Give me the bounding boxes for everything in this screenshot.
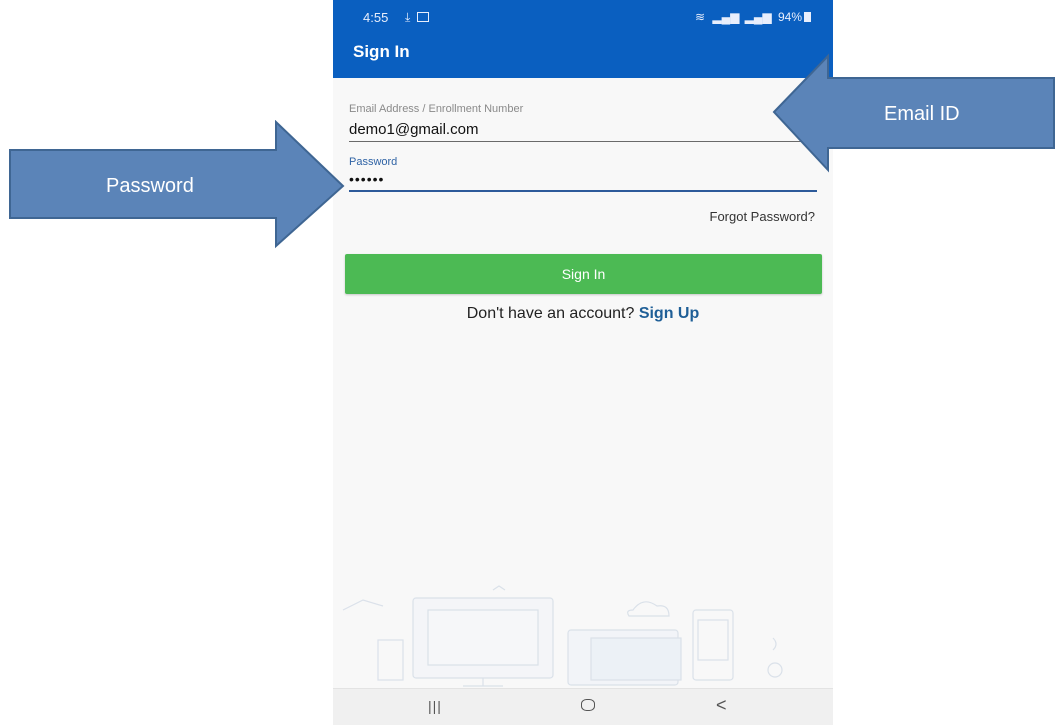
sign-in-button[interactable]: Sign In — [345, 254, 822, 294]
footer-illustration — [342, 585, 783, 687]
email-field[interactable]: Email Address / Enrollment Number demo1@… — [349, 103, 817, 142]
recents-button[interactable]: ||| — [428, 698, 442, 714]
password-underline — [349, 190, 817, 192]
android-nav-bar: ||| < — [333, 688, 833, 725]
battery-level: 94% — [777, 10, 802, 24]
password-field[interactable]: Password •••••• — [349, 156, 817, 192]
battery-icon — [804, 12, 811, 22]
password-input[interactable]: •••••• — [349, 171, 817, 187]
email-label: Email Address / Enrollment Number — [349, 103, 524, 115]
page-title: Sign In — [353, 42, 410, 61]
password-label: Password — [349, 156, 398, 168]
email-callout-label: Email ID — [884, 103, 960, 125]
image-icon — [416, 12, 429, 22]
status-bar: 4:55 ⤓ ≋ ▂▄▆ ▂▄▆ 94% — [333, 0, 833, 34]
status-time: 4:55 — [363, 10, 389, 25]
home-button[interactable] — [581, 695, 595, 716]
system-icons: ≋ ▂▄▆ ▂▄▆ 94% — [695, 10, 811, 24]
download-icon: ⤓ — [405, 10, 411, 24]
email-input[interactable]: demo1@gmail.com — [349, 121, 817, 138]
signal-icon-2: ▂▄▆ — [744, 10, 772, 24]
signal-icon: ▂▄▆ — [712, 10, 740, 24]
sign-up-link[interactable]: Sign Up — [639, 305, 699, 322]
wifi-icon: ≋ — [694, 10, 705, 24]
app-bar: 4:55 ⤓ ≋ ▂▄▆ ▂▄▆ 94% Sign In — [333, 0, 833, 78]
home-icon — [581, 699, 595, 711]
no-account-text: Don't have an account? — [466, 305, 635, 322]
notification-icons: ⤓ — [405, 10, 429, 25]
back-button[interactable]: < — [716, 695, 727, 716]
email-underline — [349, 141, 817, 142]
forgot-password-link[interactable]: Forgot Password? — [710, 209, 816, 224]
phone-screen: 4:55 ⤓ ≋ ▂▄▆ ▂▄▆ 94% Sign In Email Addre… — [333, 0, 833, 725]
password-callout-label: Password — [106, 175, 194, 197]
signup-prompt: Don't have an account? Sign Up — [333, 305, 833, 323]
